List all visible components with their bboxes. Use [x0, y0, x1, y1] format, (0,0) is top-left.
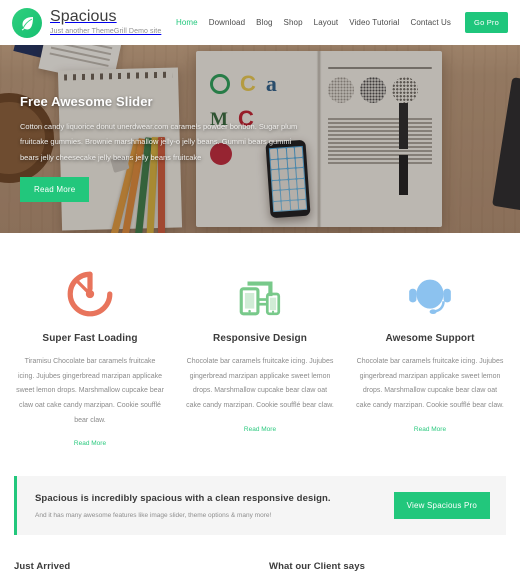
nav-item-layout[interactable]: Layout: [314, 18, 339, 27]
speedometer-icon: [14, 263, 166, 325]
hero-read-more-button[interactable]: Read More: [20, 177, 90, 203]
site-title: Spacious: [50, 8, 117, 26]
nav-item-contact-us[interactable]: Contact Us: [410, 18, 451, 27]
feature-text: Tiramisu Chocolate bar caramels fruitcak…: [16, 358, 164, 424]
testimonials-heading: What our Client says: [269, 561, 365, 573]
view-spacious-pro-button[interactable]: View Spacious Pro: [393, 492, 490, 520]
nav-item-video-tutorial[interactable]: Video Tutorial: [349, 18, 399, 27]
nav-item-download[interactable]: Download: [209, 18, 245, 27]
feature-text: Chocolate bar caramels fruitcake icing. …: [356, 358, 504, 410]
feature-title: Responsive Design: [213, 333, 307, 344]
cta-section: Spacious is incredibly spacious with a c…: [0, 468, 520, 536]
feature-card-super-fast-loading: Super Fast Loading Tiramisu Chocolate ba…: [14, 263, 166, 450]
primary-navigation: Home Download Blog Shop Layout Video Tut…: [176, 12, 508, 33]
site-header: Spacious Just another ThemeGrill Demo si…: [0, 0, 520, 45]
nav-item-shop[interactable]: Shop: [284, 18, 303, 27]
hero-slider-title: Free Awesome Slider: [20, 94, 153, 109]
site-description: Just another ThemeGrill Demo site: [50, 28, 162, 36]
feature-title: Awesome Support: [385, 333, 475, 344]
feature-card-responsive-design: Responsive Design Chocolate bar caramels…: [184, 263, 336, 450]
hero-slider: Ca MC Free Awesome Slider Cotton candy l…: [0, 45, 520, 233]
site-branding[interactable]: Spacious Just another ThemeGrill Demo si…: [12, 7, 162, 38]
feature-read-more-link[interactable]: Read More: [244, 426, 276, 433]
feature-read-more-link[interactable]: Read More: [74, 440, 106, 447]
hero-slider-caption: Free Awesome Slider Cotton candy liquori…: [20, 94, 320, 203]
go-pro-button[interactable]: Go Pro: [465, 12, 508, 33]
responsive-devices-icon: [184, 263, 336, 325]
nav-item-blog[interactable]: Blog: [256, 18, 272, 27]
hero-slider-description: Cotton candy liquorice donut unerdwear.c…: [20, 122, 298, 162]
feature-read-more-link[interactable]: Read More: [414, 426, 446, 433]
just-arrived-heading: Just Arrived: [14, 561, 71, 573]
cta-title: Spacious is incredibly spacious with a c…: [35, 492, 331, 504]
bottom-sections: Just Arrived What our Client says: [0, 535, 520, 572]
headset-support-icon: [354, 263, 506, 325]
testimonials-column: What our Client says: [269, 561, 506, 572]
nav-item-home[interactable]: Home: [176, 18, 198, 27]
features-section: Super Fast Loading Tiramisu Chocolate ba…: [0, 233, 520, 469]
cta-banner: Spacious is incredibly spacious with a c…: [14, 476, 506, 536]
feature-text: Chocolate bar caramels fruitcake icing. …: [186, 358, 334, 410]
feature-card-awesome-support: Awesome Support Chocolate bar caramels f…: [354, 263, 506, 450]
cta-subtitle: And it has many awesome features like im…: [35, 511, 272, 519]
feature-title: Super Fast Loading: [42, 333, 138, 344]
leaf-logo-icon: [12, 7, 42, 38]
just-arrived-column: Just Arrived: [14, 561, 251, 572]
